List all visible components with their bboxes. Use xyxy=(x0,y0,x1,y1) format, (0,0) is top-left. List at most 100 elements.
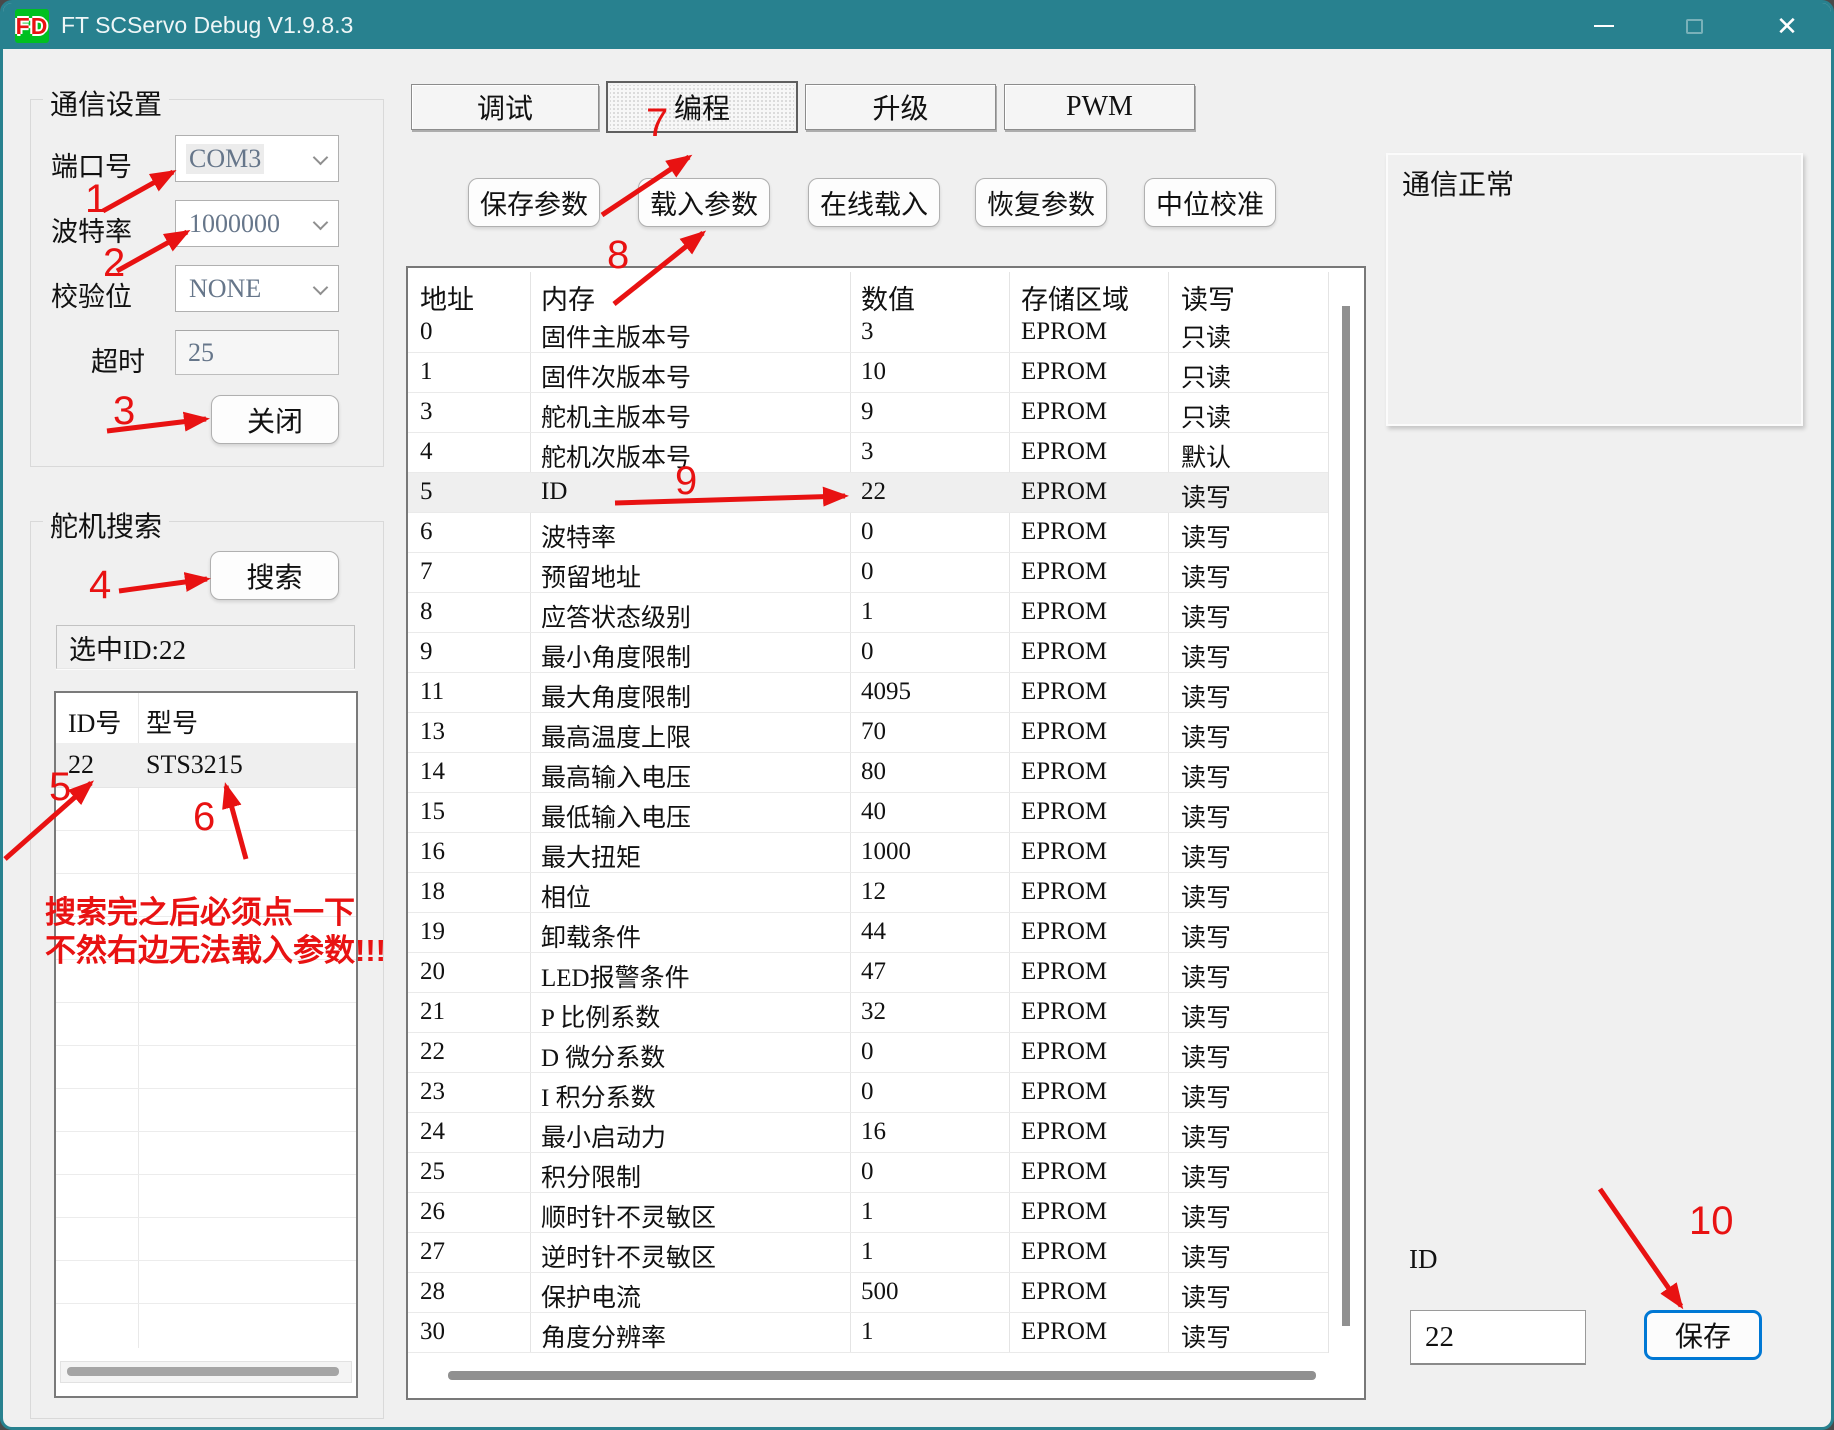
memory-table-cell: 4095 xyxy=(861,678,911,706)
close-port-button[interactable]: 关闭 xyxy=(211,395,339,444)
memory-table-cell: 47 xyxy=(861,958,886,986)
memory-table-cell: 500 xyxy=(861,1278,899,1306)
baud-combo[interactable]: 1000000 xyxy=(175,200,339,247)
memory-table-cell: 3 xyxy=(861,438,874,466)
memory-table-cell: EPROM xyxy=(1021,1278,1107,1306)
memory-table-cell: 读写 xyxy=(1181,558,1231,594)
memory-table-row[interactable]: 16最大扭矩1000EPROM读写 xyxy=(408,833,1328,873)
memory-table-row[interactable]: 19卸载条件44EPROM读写 xyxy=(408,913,1328,953)
memory-table-cell: D 微分系数 xyxy=(541,1038,665,1074)
step-number-10: 10 xyxy=(1689,1199,1734,1244)
memory-table-row[interactable]: 6波特率0EPROM读写 xyxy=(408,513,1328,553)
memory-table-row[interactable]: 27逆时针不灵敏区1EPROM读写 xyxy=(408,1233,1328,1273)
memory-table-cell: 读写 xyxy=(1181,1118,1231,1154)
memory-table-cell: 24 xyxy=(420,1118,445,1146)
memory-table-row[interactable]: 21P 比例系数32EPROM读写 xyxy=(408,993,1328,1033)
memory-table-cell: P 比例系数 xyxy=(541,998,660,1034)
tab-pwm[interactable]: PWM xyxy=(1004,84,1195,130)
memory-table-cell: 0 xyxy=(861,1158,874,1186)
timeout-input[interactable]: 25 xyxy=(175,330,339,375)
port-combo[interactable]: COM3 xyxy=(175,135,339,182)
servo-list-row[interactable]: 22 STS3215 xyxy=(56,743,356,788)
memory-table-cell: 积分限制 xyxy=(541,1158,641,1194)
parity-combo[interactable]: NONE xyxy=(175,265,339,312)
memory-table-row[interactable]: 0固件主版本号3EPROM只读 xyxy=(408,313,1328,353)
memory-table-cell: EPROM xyxy=(1021,1158,1107,1186)
comm-settings-group-label: 通信设置 xyxy=(43,83,169,123)
memory-table-cell: EPROM xyxy=(1021,798,1107,826)
memory-table-row[interactable]: 3舵机主版本号9EPROM只读 xyxy=(408,393,1328,433)
memory-table-row[interactable]: 30角度分辨率1EPROM读写 xyxy=(408,1313,1328,1353)
memory-table-cell: 舵机主版本号 xyxy=(541,398,691,434)
memory-table-cell: 0 xyxy=(861,1078,874,1106)
memory-table-row[interactable]: 14最高输入电压80EPROM读写 xyxy=(408,753,1328,793)
restore-params-button[interactable]: 恢复参数 xyxy=(975,178,1107,227)
memory-table-cell: 只读 xyxy=(1181,358,1231,394)
memory-table-cell: 4 xyxy=(420,438,433,466)
memory-table-cell: 14 xyxy=(420,758,445,786)
memory-table-row[interactable]: 23I 积分系数0EPROM读写 xyxy=(408,1073,1328,1113)
id-input[interactable]: 22 xyxy=(1410,1310,1586,1365)
tab-debug[interactable]: 调试 xyxy=(411,84,599,130)
memory-table-cell: 1 xyxy=(861,1238,874,1266)
online-load-button[interactable]: 在线载入 xyxy=(808,178,940,227)
memory-table-cell: 读写 xyxy=(1181,718,1231,754)
memory-table-cell: EPROM xyxy=(1021,598,1107,626)
memory-table-cell: 13 xyxy=(420,718,445,746)
memory-table-row[interactable]: 1固件次版本号10EPROM只读 xyxy=(408,353,1328,393)
memory-table-row[interactable]: 9最小角度限制0EPROM读写 xyxy=(408,633,1328,673)
memory-table-cell: 读写 xyxy=(1181,1158,1231,1194)
memtable-header-memory: 内存 xyxy=(541,278,595,317)
memory-table-cell: 40 xyxy=(861,798,886,826)
save-params-button[interactable]: 保存参数 xyxy=(468,178,600,227)
memory-table-row[interactable]: 15最低输入电压40EPROM读写 xyxy=(408,793,1328,833)
memory-table-cell: 12 xyxy=(861,878,886,906)
memory-table-row[interactable]: 20LED报警条件47EPROM读写 xyxy=(408,953,1328,993)
close-window-button[interactable]: ✕ xyxy=(1752,3,1822,49)
memory-table-row[interactable]: 28保护电流500EPROM读写 xyxy=(408,1273,1328,1313)
memory-table-row[interactable]: 11最大角度限制4095EPROM读写 xyxy=(408,673,1328,713)
memory-table-row[interactable]: 5ID22EPROM读写 xyxy=(408,473,1328,513)
midpoint-calibration-button[interactable]: 中位校准 xyxy=(1144,178,1276,227)
memory-table-row[interactable]: 8应答状态级别1EPROM读写 xyxy=(408,593,1328,633)
memory-table-cell: 预留地址 xyxy=(541,558,641,594)
save-id-button[interactable]: 保存 xyxy=(1644,1310,1762,1360)
memory-table-cell: 保护电流 xyxy=(541,1278,641,1314)
memory-table-row[interactable]: 18相位12EPROM读写 xyxy=(408,873,1328,913)
memory-table-cell: EPROM xyxy=(1021,838,1107,866)
servo-list-hscrollbar[interactable] xyxy=(60,1361,352,1383)
memory-table-cell: 1 xyxy=(420,358,433,386)
memory-table-cell: 11 xyxy=(420,678,444,706)
load-params-button[interactable]: 载入参数 xyxy=(638,178,770,227)
maximize-button[interactable] xyxy=(1659,3,1729,49)
memory-table-cell: 读写 xyxy=(1181,478,1231,514)
memory-table-cell: 固件次版本号 xyxy=(541,358,691,394)
memory-table-cell: 读写 xyxy=(1181,518,1231,554)
servo-list-hscrollbar-thumb[interactable] xyxy=(67,1367,339,1376)
memory-table-cell: EPROM xyxy=(1021,1078,1107,1106)
tab-upgrade[interactable]: 升级 xyxy=(805,84,996,130)
servo-model-cell: STS3215 xyxy=(146,750,243,780)
memory-table-row[interactable]: 25积分限制0EPROM读写 xyxy=(408,1153,1328,1193)
memory-table-row[interactable]: 7预留地址0EPROM读写 xyxy=(408,553,1328,593)
memtable-header-value: 数值 xyxy=(861,278,915,317)
memtable-hscrollbar-thumb[interactable] xyxy=(448,1371,1316,1380)
memory-table: 地址 内存 数值 存储区域 读写 0固件主版本号3EPROM只读1固件次版本号1… xyxy=(406,266,1366,1400)
memory-table-row[interactable]: 26顺时针不灵敏区1EPROM读写 xyxy=(408,1193,1328,1233)
memtable-vscrollbar-thumb[interactable] xyxy=(1342,306,1350,1326)
memory-table-cell: 22 xyxy=(420,1038,445,1066)
memory-table-cell: 最小启动力 xyxy=(541,1118,666,1154)
memory-table-row[interactable]: 13最高温度上限70EPROM读写 xyxy=(408,713,1328,753)
memory-table-cell: 读写 xyxy=(1181,1238,1231,1274)
memtable-header-area: 存储区域 xyxy=(1021,278,1129,317)
memory-table-cell: LED报警条件 xyxy=(541,958,690,994)
memory-table-cell: EPROM xyxy=(1021,1118,1107,1146)
memory-table-row[interactable]: 22D 微分系数0EPROM读写 xyxy=(408,1033,1328,1073)
search-button[interactable]: 搜索 xyxy=(210,551,339,600)
minimize-button[interactable] xyxy=(1569,3,1639,49)
port-label: 端口号 xyxy=(51,145,132,184)
memory-table-row[interactable]: 24最小启动力16EPROM读写 xyxy=(408,1113,1328,1153)
memory-table-cell: 读写 xyxy=(1181,638,1231,674)
tab-programming[interactable]: 编程 xyxy=(606,81,798,133)
memory-table-row[interactable]: 4舵机次版本号3EPROM默认 xyxy=(408,433,1328,473)
